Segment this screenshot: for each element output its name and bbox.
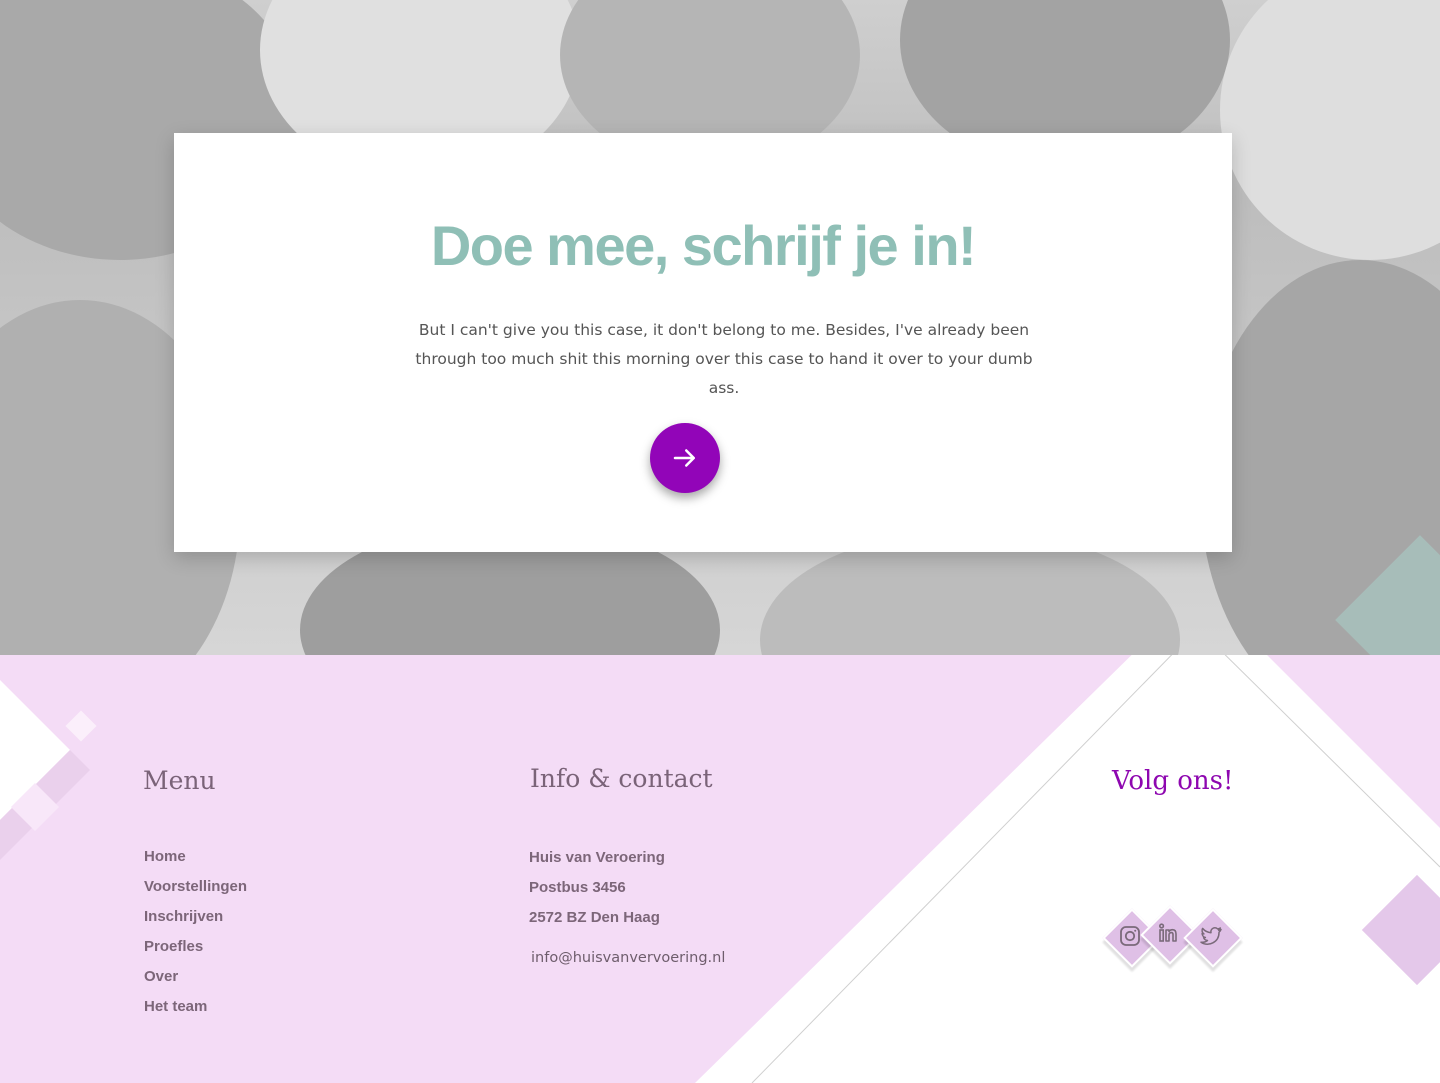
card-text: But I can't give you this case, it don't… [415,321,1033,397]
arrow-right-icon [673,449,695,467]
hero-background: Doe mee, schrijf je in! But I can't give… [0,0,1440,655]
twitter-button[interactable] [1183,908,1243,968]
menu-title: Menu [143,766,216,795]
contact-city: 2572 BZ Den Haag [529,909,660,926]
signup-card: Doe mee, schrijf je in! But I can't give… [174,133,1232,552]
instagram-icon [1120,926,1140,946]
twitter-icon [1200,927,1222,945]
signup-arrow-button[interactable] [650,423,720,493]
linkedin-icon [1158,923,1177,942]
photo-shape [1220,0,1440,260]
menu-item-inschrijven[interactable]: Inschrijven [144,906,247,936]
contact-postbus: Postbus 3456 [529,879,626,896]
footer-menu: Home Voorstellingen Inschrijven Proefles… [144,846,247,1026]
menu-item-voorstellingen[interactable]: Voorstellingen [144,876,247,906]
linkedin-button[interactable] [1140,905,1200,965]
card-title: Doe mee, schrijf je in! [430,214,977,277]
contact-title: Info & contact [530,764,713,793]
menu-item-home[interactable]: Home [144,846,247,876]
menu-item-het-team[interactable]: Het team [144,996,247,1026]
follow-title: Volg ons! [1112,766,1234,796]
menu-item-over[interactable]: Over [144,966,247,996]
menu-item-proefles[interactable]: Proefles [144,936,247,966]
contact-name: Huis van Veroering [529,849,665,866]
contact-email-link[interactable]: info@huisvanvervoering.nl [531,950,725,966]
